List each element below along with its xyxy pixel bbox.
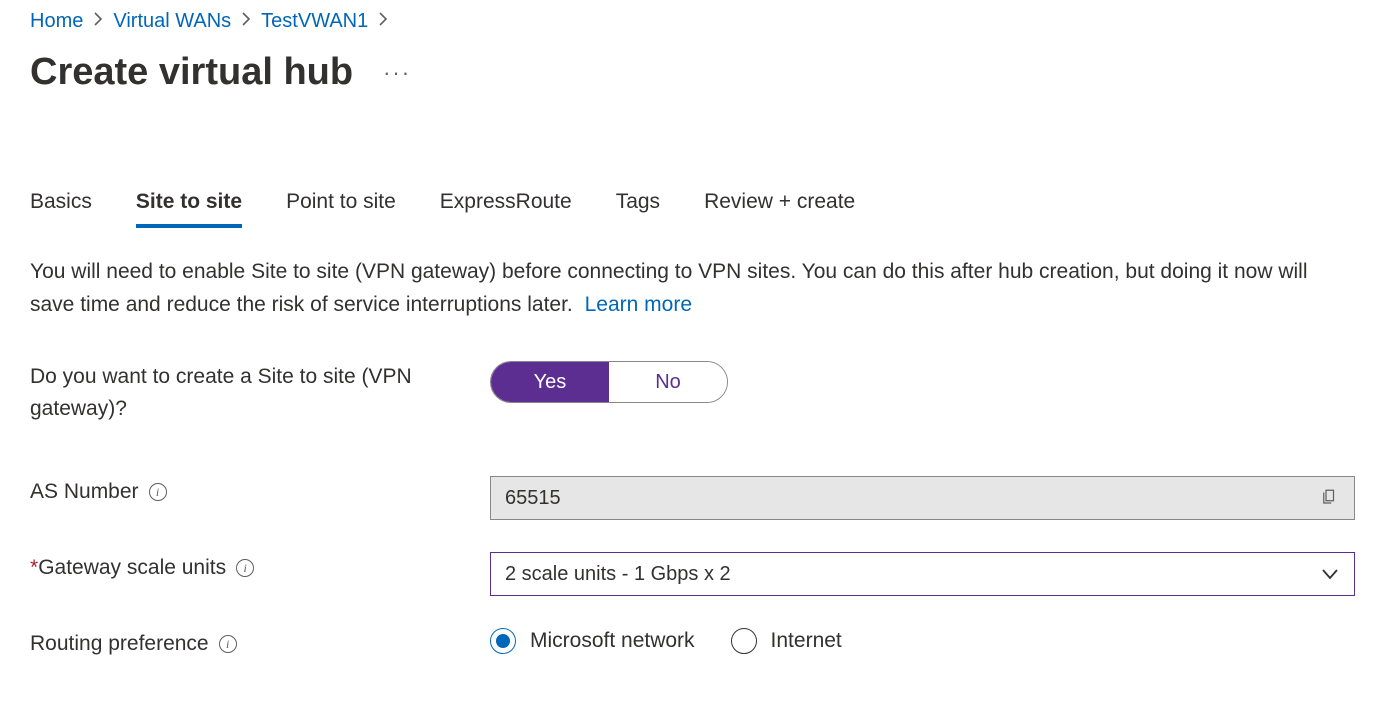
tab-review-create[interactable]: Review + create bbox=[704, 184, 855, 228]
field-create-gateway: Do you want to create a Site to site (VP… bbox=[30, 361, 1355, 424]
radio-microsoft-network[interactable]: Microsoft network bbox=[490, 628, 695, 654]
page-title-text: Create virtual hub bbox=[30, 51, 353, 94]
radio-label: Internet bbox=[771, 629, 842, 653]
breadcrumb-testvwan1[interactable]: TestVWAN1 bbox=[261, 10, 368, 33]
field-scale-units: *Gateway scale units i 2 scale units - 1… bbox=[30, 552, 1355, 596]
radio-icon bbox=[490, 628, 516, 654]
radio-icon bbox=[731, 628, 757, 654]
scale-units-select[interactable]: 2 scale units - 1 Gbps x 2 bbox=[490, 552, 1355, 596]
as-number-label: AS Number i bbox=[30, 476, 490, 508]
create-gateway-toggle[interactable]: Yes No bbox=[490, 361, 728, 403]
info-icon[interactable]: i bbox=[236, 559, 254, 577]
radio-label: Microsoft network bbox=[530, 629, 695, 653]
tab-description: You will need to enable Site to site (VP… bbox=[30, 256, 1320, 321]
info-icon[interactable]: i bbox=[149, 483, 167, 501]
breadcrumb: Home Virtual WANs TestVWAN1 bbox=[30, 10, 1355, 33]
tab-expressroute[interactable]: ExpressRoute bbox=[440, 184, 572, 228]
tab-point-to-site[interactable]: Point to site bbox=[286, 184, 396, 228]
field-as-number: AS Number i 65515 bbox=[30, 476, 1355, 520]
breadcrumb-home[interactable]: Home bbox=[30, 10, 83, 33]
tab-site-to-site[interactable]: Site to site bbox=[136, 184, 242, 228]
as-number-input: 65515 bbox=[490, 476, 1355, 520]
chevron-right-icon bbox=[93, 12, 103, 31]
more-actions-button[interactable]: ··· bbox=[383, 60, 411, 86]
as-number-value: 65515 bbox=[505, 487, 561, 510]
create-gateway-label: Do you want to create a Site to site (VP… bbox=[30, 361, 490, 424]
routing-preference-radio-group: Microsoft network Internet bbox=[490, 628, 1355, 654]
tabs: Basics Site to site Point to site Expres… bbox=[30, 184, 1355, 228]
field-routing-preference: Routing preference i Microsoft network I… bbox=[30, 628, 1355, 660]
scale-units-value: 2 scale units - 1 Gbps x 2 bbox=[505, 563, 731, 586]
form: Do you want to create a Site to site (VP… bbox=[30, 361, 1355, 660]
chevron-right-icon bbox=[241, 12, 251, 31]
toggle-no[interactable]: No bbox=[609, 362, 727, 402]
chevron-down-icon bbox=[1320, 564, 1340, 584]
tab-basics[interactable]: Basics bbox=[30, 184, 92, 228]
tab-tags[interactable]: Tags bbox=[616, 184, 660, 228]
radio-internet[interactable]: Internet bbox=[731, 628, 842, 654]
copy-icon[interactable] bbox=[1320, 487, 1340, 509]
info-icon[interactable]: i bbox=[219, 635, 237, 653]
toggle-yes[interactable]: Yes bbox=[491, 362, 609, 402]
page-title: Create virtual hub ··· bbox=[30, 51, 1355, 94]
scale-units-label: *Gateway scale units i bbox=[30, 552, 490, 584]
breadcrumb-virtual-wans[interactable]: Virtual WANs bbox=[113, 10, 231, 33]
learn-more-link[interactable]: Learn more bbox=[585, 293, 692, 316]
routing-preference-label: Routing preference i bbox=[30, 628, 490, 660]
chevron-right-icon bbox=[378, 12, 388, 31]
